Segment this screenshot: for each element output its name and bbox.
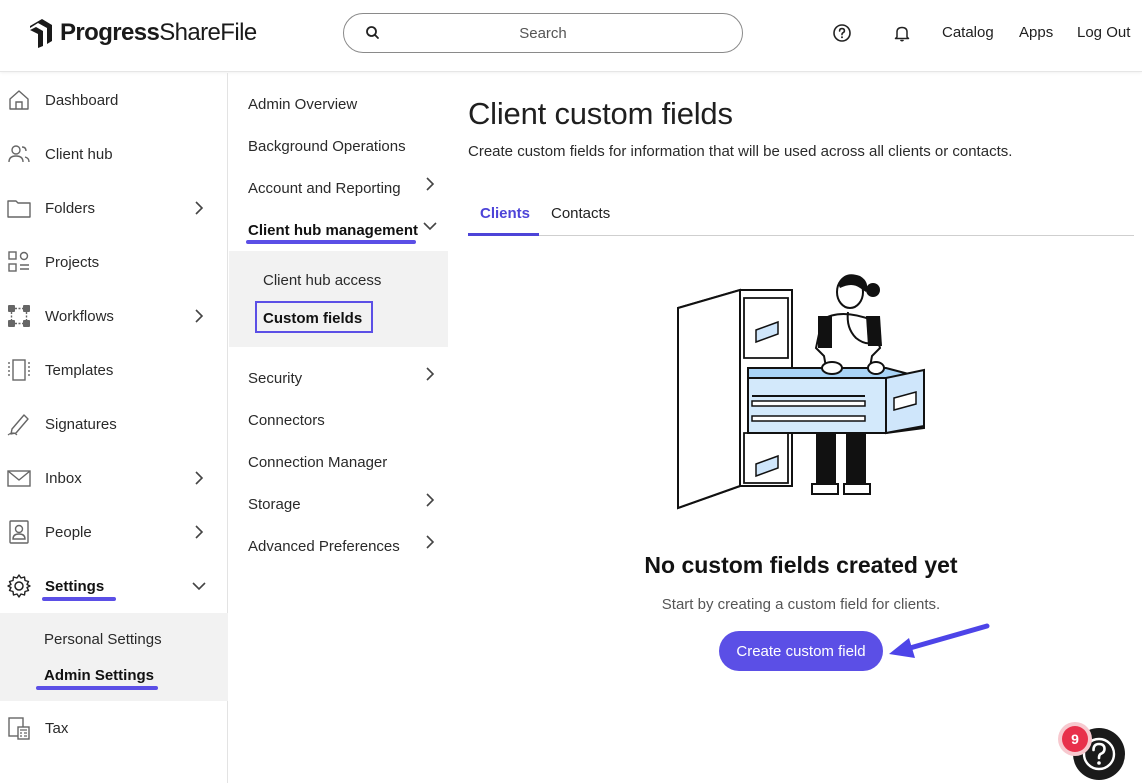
annotation-arrow-icon [889,623,990,658]
folder-icon [7,200,31,218]
chevron-right-icon [426,493,435,507]
sidebar-item-label: Workflows [45,307,114,325]
apps-link[interactable]: Apps [1019,24,1053,41]
catalog-link[interactable]: Catalog [942,24,994,41]
gear-icon [7,574,31,598]
admin-nav-account-and-reporting[interactable]: Account and Reporting [248,180,401,197]
admin-nav-advanced-preferences[interactable]: Advanced Preferences [248,538,400,555]
admin-settings-nav: Admin Overview Background Operations Acc… [229,73,448,783]
sidebar-item-settings[interactable]: Settings [0,559,228,613]
sidebar-item-label: Folders [45,199,96,217]
logo-text: ProgressShareFile [60,19,257,46]
sidebar-item-label: Inbox [45,469,82,487]
admin-subnav-custom-fields[interactable]: Custom fields [263,310,362,327]
mail-icon [7,470,31,487]
search-box[interactable] [343,13,743,53]
help-circle-icon[interactable] [832,23,852,43]
admin-nav-connection-manager[interactable]: Connection Manager [248,454,387,471]
workflow-icon [8,305,30,327]
sidebar-item-dashboard[interactable]: Dashboard [0,73,228,127]
sidebar-item-projects[interactable]: Projects [0,235,228,289]
projects-icon [8,251,29,272]
chevron-right-icon [195,471,204,485]
empty-state-illustration [677,274,925,510]
chevron-right-icon [426,367,435,381]
sidebar-item-folders[interactable]: Folders [0,181,228,235]
sidebar-item-people[interactable]: People [0,505,228,559]
chevron-right-icon [426,177,435,191]
sidebar-item-inbox[interactable]: Inbox [0,451,228,505]
template-icon [8,359,30,381]
sidebar-item-label: Client hub [45,145,113,163]
tab-contacts[interactable]: Contacts [551,205,610,222]
tab-clients[interactable]: Clients [480,205,530,222]
log-out-link[interactable]: Log Out [1077,24,1130,41]
users-icon [8,145,30,163]
sidebar-item-label: People [45,523,92,541]
home-icon [9,90,29,110]
top-header: ProgressShareFile Catalog Apps Log Out [0,0,1142,72]
person-icon [9,520,29,544]
admin-subnav-client-hub-access[interactable]: Client hub access [263,272,381,289]
tab-bar: Clients Contacts [468,194,1134,236]
admin-settings-underline [36,686,158,690]
sidebar-item-label: Tax [45,719,69,737]
signature-icon [7,414,29,436]
chevron-right-icon [195,525,204,539]
sidebar-subitem-admin-settings[interactable]: Admin Settings [44,667,154,684]
admin-nav-security[interactable]: Security [248,370,302,387]
chevron-right-icon [195,201,204,215]
admin-nav-background-operations[interactable]: Background Operations [248,138,406,155]
sidebar-item-tax[interactable]: Tax [0,701,228,755]
bell-icon[interactable] [892,23,912,43]
client-hub-management-underline [246,240,416,244]
sidebar-item-label: Projects [45,253,100,271]
search-icon [366,26,379,39]
admin-nav-client-hub-management[interactable]: Client hub management [248,222,418,239]
chevron-down-icon [192,582,206,591]
badge-count: 9 [1062,726,1088,752]
tax-icon [8,717,30,740]
settings-underline [42,597,116,601]
sidebar-subitem-personal-settings[interactable]: Personal Settings [44,631,162,648]
empty-state-subtitle: Start by creating a custom field for cli… [661,596,941,613]
create-custom-field-button[interactable]: Create custom field [719,631,883,671]
client-hub-submenu: Client hub access Custom fields [229,251,448,347]
sidebar-item-workflows[interactable]: Workflows [0,289,228,343]
chevron-down-icon [423,222,437,231]
primary-sidebar: Dashboard Client hub Folders Projects Wo… [0,73,228,783]
sidebar-item-label: Dashboard [45,91,119,109]
active-tab-indicator [468,233,539,236]
page-title: Client custom fields [468,96,733,131]
chevron-right-icon [195,309,204,323]
progress-logo-icon [30,19,52,48]
sidebar-item-templates[interactable]: Templates [0,343,228,397]
page-description: Create custom fields for information tha… [468,143,1013,160]
search-input[interactable] [344,14,742,52]
chevron-right-icon [426,535,435,549]
admin-nav-connectors[interactable]: Connectors [248,412,325,429]
progress-sharefile-logo[interactable]: ProgressShareFile [28,16,257,50]
empty-state-title: No custom fields created yet [644,552,958,578]
sidebar-item-label: Signatures [45,415,117,433]
admin-nav-admin-overview[interactable]: Admin Overview [248,96,357,113]
admin-nav-storage[interactable]: Storage [248,496,301,513]
notification-badge: 9 [1058,722,1092,756]
sidebar-item-label: Templates [45,361,114,379]
sidebar-item-client-hub[interactable]: Client hub [0,127,228,181]
sidebar-item-label: Settings [45,577,105,595]
sidebar-item-signatures[interactable]: Signatures [0,397,228,451]
